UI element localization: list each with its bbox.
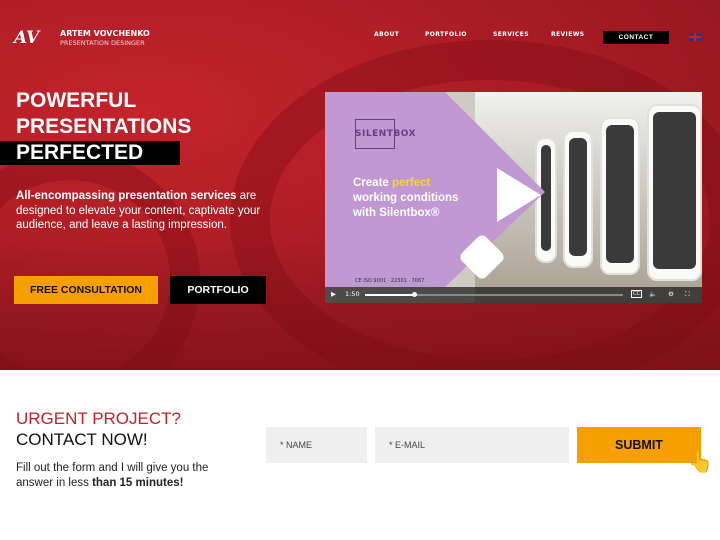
hand-cursor-icon: 👆	[688, 450, 713, 474]
video-title-highlight: perfect	[392, 177, 431, 189]
hero-description: All-encompassing presentation services a…	[16, 189, 276, 233]
nav-contact-button[interactable]: CONTACT	[603, 31, 669, 44]
video-time: 1:50	[345, 290, 360, 298]
urgent-heading: URGENT PROJECT?	[16, 409, 181, 428]
portfolio-button[interactable]: PORTFOLIO	[170, 276, 266, 304]
video-controls: ▶ 1:50 CC 🔈 ⚙ ⛶	[325, 287, 702, 303]
hero-title-line3: PERFECTED	[16, 141, 144, 164]
brand-name: ARTEM VOVCHENKO	[60, 29, 150, 38]
free-consultation-button[interactable]: FREE CONSULTATION	[14, 276, 158, 304]
uk-flag-icon[interactable]	[689, 33, 701, 41]
fullscreen-icon[interactable]: ⛶	[685, 290, 690, 299]
nav-reviews[interactable]: REVIEWS	[551, 31, 584, 38]
video-progress-bar[interactable]	[365, 292, 623, 297]
contact-now-heading: CONTACT NOW!	[16, 430, 148, 449]
video-title-b: working conditions	[353, 192, 459, 204]
name-input[interactable]	[266, 427, 367, 463]
volume-icon[interactable]: 🔈	[649, 290, 657, 298]
nav-services[interactable]: SERVICES	[493, 31, 529, 38]
nav-portfolio[interactable]: PORTFOLIO	[425, 31, 467, 38]
play-icon[interactable]	[497, 168, 541, 222]
logo[interactable]: AV	[14, 28, 46, 50]
hero-section: AV ARTEM VOVCHENKO PRESENTATION DESINGER…	[0, 0, 720, 370]
hero-title-line2: PRESENTATIONS	[16, 115, 192, 138]
video-player[interactable]: SILENTBOX Create perfect working conditi…	[325, 92, 702, 303]
submit-button[interactable]: SUBMIT	[577, 427, 701, 463]
video-title-c: with Silentbox®	[353, 207, 440, 219]
hero-title-line1: POWERFUL	[16, 89, 137, 112]
settings-gear-icon[interactable]: ⚙	[668, 290, 674, 298]
nav-about[interactable]: ABOUT	[374, 31, 399, 38]
video-title-a: Create	[353, 177, 392, 189]
brand-subtitle: PRESENTATION DESINGER	[60, 39, 145, 47]
email-input[interactable]	[375, 427, 569, 463]
lead-bold: All-encompassing presentation services	[16, 190, 237, 202]
silentbox-brand: SILENTBOX	[355, 129, 417, 139]
captions-button[interactable]: CC	[631, 290, 642, 298]
video-title: Create perfect working conditions with S…	[353, 176, 458, 221]
play-small-icon[interactable]: ▶	[331, 290, 336, 298]
certifications: CE ISO 9001 · 22301 · 7067	[355, 278, 425, 284]
form-text-bold: than 15 minutes!	[92, 477, 184, 489]
form-description: Fill out the form and I will give you th…	[16, 461, 246, 491]
